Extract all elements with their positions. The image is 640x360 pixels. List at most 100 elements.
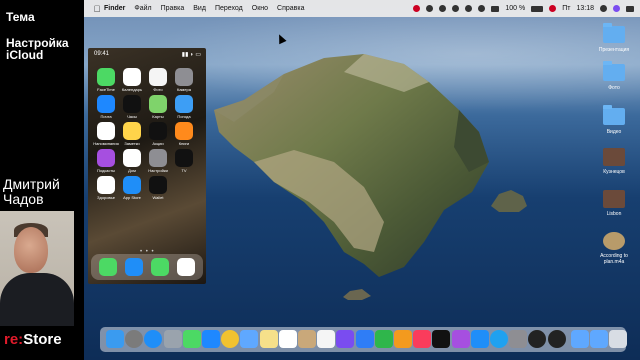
vpn-icon[interactable] xyxy=(452,5,460,12)
dock-messages-icon[interactable] xyxy=(182,330,201,348)
menu-finder[interactable]: Finder xyxy=(104,5,125,12)
iphone-app-settings-icon[interactable] xyxy=(149,149,167,167)
desktop-image-icon[interactable] xyxy=(603,148,625,166)
menubar-time[interactable]: 13:18 xyxy=(576,5,594,12)
dock-downloads-icon[interactable] xyxy=(570,330,589,348)
dock-mail-icon[interactable] xyxy=(202,330,220,348)
menu-file[interactable]: Файл xyxy=(134,5,151,12)
dock-documents-icon[interactable] xyxy=(590,330,608,348)
desktop-folder-icon[interactable] xyxy=(603,61,625,81)
desktop-item-label[interactable]: Презентация xyxy=(592,47,636,53)
desktop-item-label[interactable]: Видео xyxy=(592,129,636,135)
brand-prefix: re: xyxy=(4,331,24,348)
dock-skype-icon[interactable] xyxy=(490,330,508,348)
desktop-item-label[interactable]: Фото xyxy=(592,85,636,91)
dock-speedtest-icon[interactable] xyxy=(528,330,547,348)
iphone-dock-phone-icon[interactable] xyxy=(99,258,117,276)
topic-label: Тема xyxy=(6,10,35,24)
dock-calendar-icon[interactable] xyxy=(278,330,297,348)
wifi-icon[interactable] xyxy=(478,5,486,12)
iphone-app-label: Камера xyxy=(177,87,191,92)
dock-safari-icon[interactable] xyxy=(144,330,163,348)
iphone-app-maps-icon[interactable] xyxy=(149,95,167,113)
menu-edit[interactable]: Правка xyxy=(161,5,185,12)
iphone-mirror-window[interactable]: 09:41 ▮▮ ◗ ▭ FaceTime Календарь Фото Камера… xyxy=(88,48,206,284)
menubar-day[interactable]: Пт xyxy=(562,5,570,12)
flag-icon[interactable] xyxy=(549,5,557,12)
presenter-name: Дмитрий Чадов xyxy=(3,176,60,207)
iphone-app-home-icon[interactable] xyxy=(123,149,141,167)
desktop-folder-icon[interactable] xyxy=(603,105,625,125)
dock-music-icon[interactable] xyxy=(413,330,432,348)
dock-launchpad-icon[interactable] xyxy=(125,330,144,348)
iphone-app-FaceTime-icon[interactable] xyxy=(97,68,115,86)
dock-photos-icon[interactable] xyxy=(317,330,336,348)
dock-numbers-icon[interactable] xyxy=(374,330,393,348)
iphone-dock-safari-icon[interactable] xyxy=(125,258,143,276)
iphone-app-mail-icon[interactable] xyxy=(97,95,115,113)
battery-percent[interactable]: 100 % xyxy=(505,5,525,12)
dock-mirror-icon[interactable] xyxy=(547,330,566,348)
siri-icon[interactable] xyxy=(613,5,620,12)
desktop-item-label[interactable]: Кузнецов xyxy=(592,169,636,175)
bluetooth-icon[interactable] xyxy=(465,5,473,12)
iphone-app-stocks-icon[interactable] xyxy=(149,122,167,140)
battery-icon[interactable] xyxy=(531,5,544,12)
iphone-dock-messages-icon[interactable] xyxy=(151,258,169,276)
desktop-item-label[interactable]: According to plan.m4a xyxy=(592,253,636,265)
desktop-audio-icon[interactable] xyxy=(603,232,625,250)
desktop-image-icon[interactable] xyxy=(603,190,625,208)
dock-keynote-icon[interactable] xyxy=(355,330,374,348)
presenter-panel: Тема Настройка iCloud Дмитрий Чадов re:S… xyxy=(0,0,84,360)
iphone-app-label: Здоровье xyxy=(97,195,115,200)
iphone-time: 09:41 xyxy=(94,51,110,57)
spotlight-search-icon[interactable] xyxy=(600,5,607,12)
dock-notes-icon[interactable] xyxy=(259,330,278,348)
menu-view[interactable]: Вид xyxy=(193,5,206,12)
dock-podcasts-icon[interactable] xyxy=(451,330,470,348)
menu-window[interactable]: Окно xyxy=(252,5,268,12)
control-center-icon[interactable] xyxy=(626,5,634,12)
dock-tv-icon[interactable] xyxy=(432,330,451,348)
apple-logo-icon[interactable]:  xyxy=(90,4,104,14)
menu-help[interactable]: Справка xyxy=(277,5,304,12)
presenter-body xyxy=(0,273,74,326)
iphone-app-wallet-icon[interactable] xyxy=(149,176,167,194)
dock-chrome-icon[interactable] xyxy=(221,330,240,348)
dock-preview-icon[interactable] xyxy=(240,330,259,348)
dock-rocket-icon[interactable] xyxy=(163,330,182,348)
iphone-dock-music-icon[interactable] xyxy=(177,258,195,276)
dock-appstore-icon[interactable] xyxy=(470,330,489,348)
iphone-app-notes-icon[interactable] xyxy=(123,122,141,140)
dock-trash-icon[interactable] xyxy=(609,330,628,348)
desktop-folder-icon[interactable] xyxy=(603,23,625,43)
menubar-status-area: 100 % Пт 13:18 xyxy=(413,0,634,17)
iphone-app-tv-icon[interactable] xyxy=(175,149,193,167)
iphone-app-label: Настройки xyxy=(148,168,168,173)
iphone-app-calendar-icon[interactable] xyxy=(123,68,141,86)
dropbox-icon[interactable] xyxy=(426,5,434,12)
small-rock-2 xyxy=(343,289,371,300)
iphone-app-books-icon[interactable] xyxy=(175,122,193,140)
iphone-app-podcasts-icon[interactable] xyxy=(97,149,115,167)
airplay-icon[interactable] xyxy=(491,5,500,12)
desktop-item-label[interactable]: Lisbon xyxy=(592,211,636,217)
dock-finder-icon[interactable] xyxy=(106,330,124,348)
iphone-app-label: FaceTime xyxy=(97,87,115,92)
dock-contacts-icon[interactable] xyxy=(298,330,316,348)
iphone-app-camera-icon[interactable] xyxy=(175,68,193,86)
macos-dock xyxy=(100,327,628,352)
time-machine-icon[interactable] xyxy=(439,5,447,12)
record-icon[interactable] xyxy=(413,5,421,12)
menu-go[interactable]: Переход xyxy=(215,5,243,12)
iphone-app-photos-icon[interactable] xyxy=(149,68,167,86)
dock-pages-icon[interactable] xyxy=(394,330,412,348)
iphone-app-appstore-icon[interactable] xyxy=(123,176,141,194)
brand-logo: re:Store xyxy=(4,331,62,348)
iphone-app-clock-icon[interactable] xyxy=(123,95,141,113)
iphone-app-reminders-icon[interactable] xyxy=(97,122,115,140)
dock-imovie-icon[interactable] xyxy=(336,330,355,348)
iphone-app-weather-icon[interactable] xyxy=(175,95,193,113)
dock-settings-icon[interactable] xyxy=(509,330,528,348)
iphone-app-health-icon[interactable] xyxy=(97,176,115,194)
